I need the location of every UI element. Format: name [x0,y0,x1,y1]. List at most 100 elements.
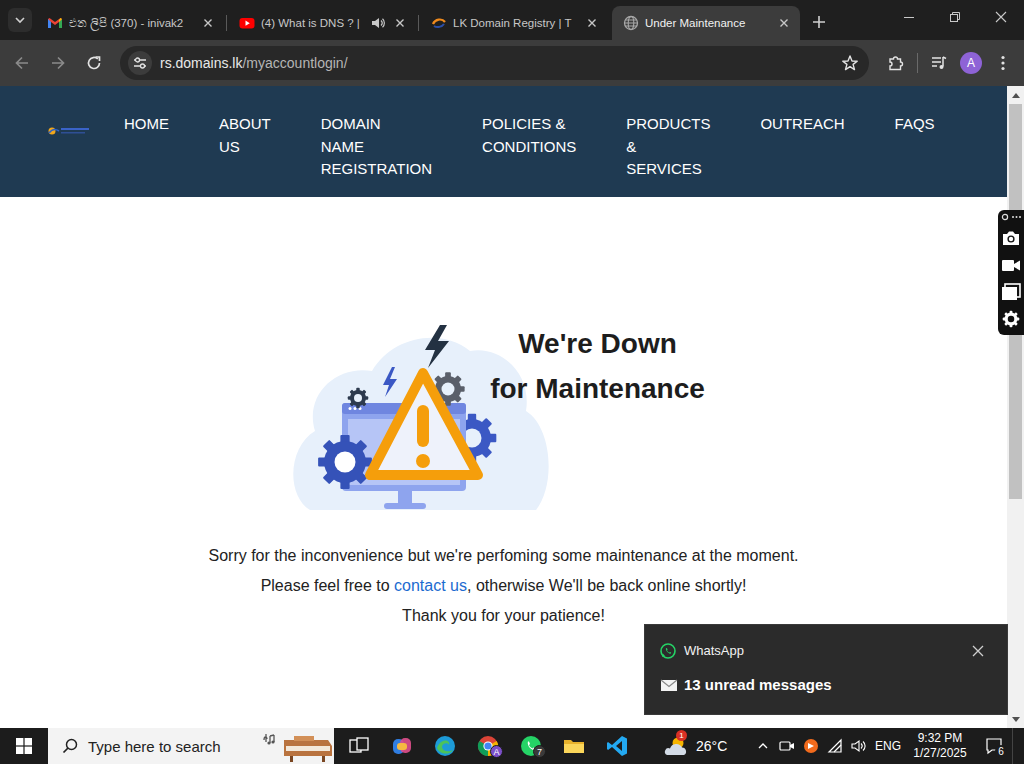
taskbar-app[interactable] [595,728,638,764]
nav-item[interactable]: HOME [124,113,169,136]
nav-item[interactable]: OUTREACH [760,113,844,136]
site-info-button[interactable] [128,51,152,75]
video-camera-icon[interactable] [1001,255,1021,275]
notification-body: 13 unread messages [660,675,993,695]
browser-viewport: HOME ABOUTUS DOMAINNAMEREGISTRATION POLICIE… [0,86,1024,728]
orange-app-icon [803,738,819,754]
browser-toolbar: rs.domains.lk/myaccountlogin/A [0,40,1024,86]
down-arrow-icon [1012,717,1020,723]
camera-icon[interactable] [1001,228,1021,248]
close-icon[interactable] [776,15,792,31]
taskbar: Type here to search A7 126°C ENG9:32 PM1/27… [0,728,1024,764]
chevron-up-icon [757,740,769,752]
show-desktop-button[interactable] [1012,728,1024,764]
tab-strip: එන ලිපි (370) - inivak2 (4) What is DNS ?… [0,0,1024,40]
scroll-up-button[interactable] [1007,86,1024,103]
nav-item-line: OUTREACH [760,113,844,136]
nav-item-line: REGISTRATION [321,158,432,181]
back-button[interactable] [6,47,38,79]
gear-icon[interactable] [1001,309,1021,329]
screen: එන ලිපි (370) - inivak2 (4) What is DNS ?… [0,0,1024,764]
reload-icon [85,54,103,72]
media-controls-button[interactable] [923,47,955,79]
profile-avatar: A [960,52,982,74]
maintenance-hero: We're Downfor Maintenance [290,325,718,510]
url-text: rs.domains.lk/myaccountlogin/ [160,54,833,72]
tab-separator [418,15,419,31]
taskbar-app[interactable] [380,728,423,764]
notification-toast[interactable]: WhatsApp13 unread messages [644,624,1008,715]
star-icon[interactable] [841,54,859,72]
tab-title: එන ලිපි (370) - inivak2 [69,15,194,31]
tab-separator [226,15,227,31]
app-tray-button[interactable] [799,728,823,764]
extensions-button[interactable] [880,47,912,79]
taskbar-app[interactable] [552,728,595,764]
language-button[interactable]: ENG [871,728,905,764]
forward-button[interactable] [42,47,74,79]
system-tray: ENG9:32 PM1/27/20256 [751,728,1024,764]
nav-item[interactable]: ABOUTUS [219,113,271,158]
scroll-down-button[interactable] [1007,711,1024,728]
contact-us-link[interactable]: contact us [394,577,467,594]
restore-button[interactable] [932,0,978,34]
taskbar-search-box[interactable]: Type here to search [48,728,334,764]
weather-widget[interactable]: 126°C [662,728,727,764]
browser-tab[interactable]: Under Maintenance [612,6,800,40]
profile-button[interactable]: A [955,47,987,79]
youtube-favicon-icon [239,15,255,31]
tab-search-button[interactable] [8,8,32,32]
clock-date: 1/27/2025 [913,746,966,761]
nav-item-line: DOMAIN [321,113,432,136]
message-text: Please feel free to [261,577,394,594]
clock[interactable]: 9:32 PM1/27/2025 [905,728,975,764]
notification-message: 13 unread messages [684,675,832,695]
close-icon [995,11,1007,23]
speaker-icon[interactable] [370,15,386,31]
close-icon[interactable] [392,15,408,31]
nav-item[interactable]: DOMAINNAMEREGISTRATION [321,113,432,181]
scrollbar-track [1007,103,1024,711]
edge-app-icon [433,734,457,758]
scrollbar[interactable] [1007,86,1024,728]
menu-button[interactable] [987,47,1019,79]
taskbar-app[interactable]: 7 [509,728,552,764]
browser-tab[interactable]: එන ලිපි (370) - inivak2 [36,6,224,40]
new-tab-button[interactable] [805,8,833,36]
volume-button[interactable] [847,728,871,764]
link-more-icon[interactable] [1000,213,1022,221]
taskbar-app[interactable] [337,728,380,764]
address-bar[interactable]: rs.domains.lk/myaccountlogin/ [120,46,869,80]
action-center-button[interactable]: 6 [975,728,1012,764]
close-window-button[interactable] [978,0,1024,34]
spacer [727,728,751,764]
globe-favicon-icon [623,15,639,31]
network-button[interactable] [823,728,847,764]
show-hidden-icons-button[interactable] [751,728,775,764]
window-capture-icon[interactable] [1001,282,1021,302]
url-host: rs.domains.lk [160,55,242,71]
nav-item[interactable]: POLICIES &CONDITIONS [482,113,576,158]
main-nav: HOME ABOUTUS DOMAINNAMEREGISTRATION POLICIE… [124,113,935,181]
minimize-button[interactable] [886,0,932,34]
nav-item[interactable]: FAQS [895,113,935,136]
close-icon[interactable] [971,644,985,658]
taskview-app-icon [347,734,371,758]
puzzle-icon [887,54,905,72]
site-logo-icon[interactable] [47,124,91,138]
close-icon[interactable] [200,15,216,31]
browser-tab[interactable]: (4) What is DNS ? | [228,6,416,40]
browser-tab[interactable]: LK Domain Registry | T [420,6,608,40]
search-placeholder: Type here to search [88,738,250,755]
message-text: , otherwise We'll be back online shortly… [467,577,746,594]
start-button[interactable] [0,728,48,764]
explorer-app-icon [562,734,586,758]
nav-item[interactable]: PRODUCTS&SERVICES [626,113,710,181]
tab-list: එන ලිපි (370) - inivak2 (4) What is DNS ?… [36,6,800,40]
meet-now-button[interactable] [775,728,799,764]
reload-button[interactable] [78,47,110,79]
nav-item-line: ABOUT [219,113,271,136]
close-icon[interactable] [584,15,600,31]
taskbar-app[interactable] [423,728,466,764]
taskbar-app[interactable]: A [466,728,509,764]
